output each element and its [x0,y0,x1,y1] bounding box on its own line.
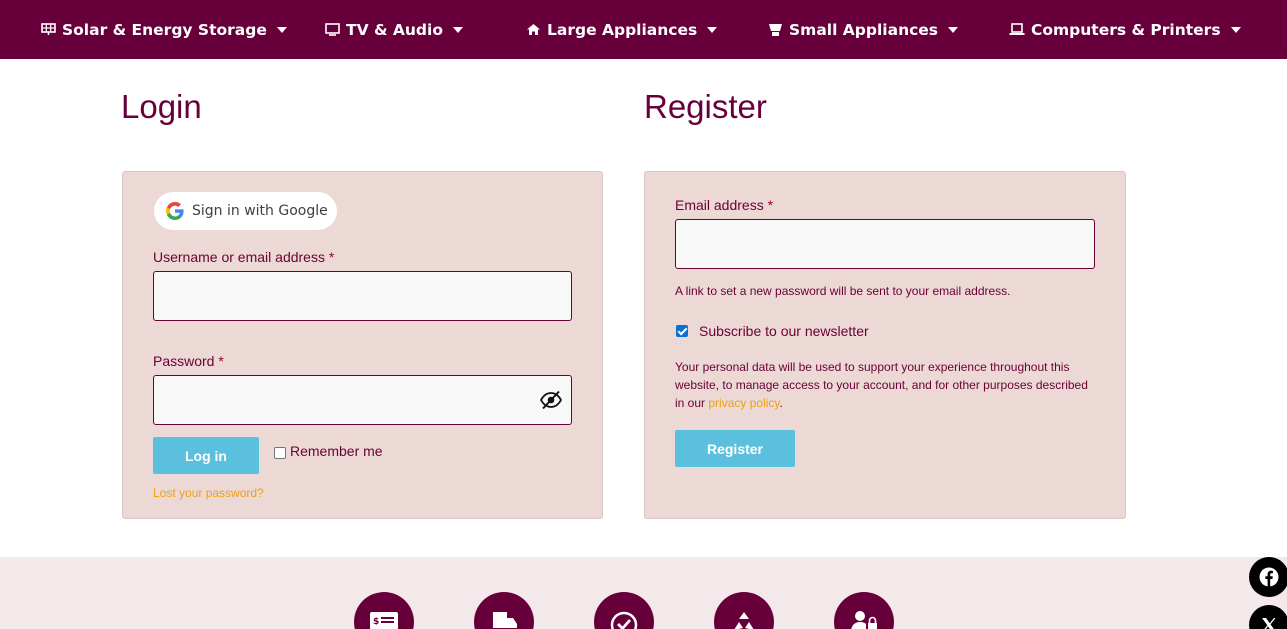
nav-label: Large Appliances [547,20,698,39]
eye-slash-icon[interactable] [540,390,562,410]
privacy-text: Your personal data will be used to suppo… [675,358,1095,412]
recycle-icon [734,612,754,629]
register-panel: Email address * A link to set a new pass… [644,171,1126,519]
laptop-icon [1009,23,1025,35]
google-signin-button[interactable]: Sign in with Google [154,192,337,230]
x-icon [1262,618,1276,629]
email-label-text: Email address [675,197,764,213]
blender-icon [769,23,782,36]
chevron-down-icon [1230,26,1241,33]
chevron-down-icon [276,26,287,33]
svg-text:$: $ [373,617,379,627]
nav-tv-audio[interactable]: TV & Audio [325,0,463,59]
newsletter-label[interactable]: Subscribe to our newsletter [699,323,869,339]
chevron-down-icon [948,26,959,33]
login-panel: Sign in with Google Username or email ad… [122,171,603,519]
required-mark: * [767,197,774,213]
google-signin-label: Sign in with Google [192,203,328,219]
email-field[interactable] [675,219,1095,269]
register-button[interactable]: Register [675,430,795,467]
nav-label: Computers & Printers [1031,20,1221,39]
chevron-down-icon [452,26,463,33]
delivery-truck-icon [493,612,517,628]
password-label-text: Password [153,353,215,369]
password-label: Password * [153,353,224,369]
nav-large-appliances[interactable]: Large Appliances [526,0,718,59]
tv-icon [325,23,340,36]
newsletter-checkbox[interactable] [676,325,688,337]
username-label-text: Username or email address [153,249,325,265]
home-icon [527,24,540,35]
solar-panel-icon [41,23,56,35]
user-lock-icon [851,611,877,629]
required-mark: * [218,353,224,369]
privacy-end: . [779,396,783,410]
password-note: A link to set a new password will be sen… [675,284,1011,298]
privacy-policy-link[interactable]: privacy policy [708,396,779,410]
email-label: Email address * [675,197,773,213]
facebook-icon [1259,567,1279,587]
nav-label: Small Appliances [789,20,939,39]
password-field[interactable] [153,375,572,425]
top-navigation: Solar & Energy Storage TV & Audio Large … [0,0,1287,59]
facebook-button[interactable] [1249,557,1287,597]
nav-small-appliances[interactable]: Small Appliances [768,0,959,59]
register-title: Register [644,88,767,125]
nav-label: TV & Audio [346,20,443,39]
login-title: Login [121,88,202,125]
google-icon [166,202,184,220]
username-field[interactable] [153,271,572,321]
username-label: Username or email address * [153,249,334,265]
lost-password-link[interactable]: Lost your password? [153,484,264,502]
nav-solar-energy-storage[interactable]: Solar & Energy Storage [41,0,287,59]
check-icon [610,611,638,629]
invoice-icon: $ [370,612,398,629]
chevron-down-icon [707,26,718,33]
remember-me-checkbox[interactable] [274,447,286,459]
nav-computers-printers[interactable]: Computers & Printers [1009,0,1241,59]
remember-me-label[interactable]: Remember me [290,443,383,459]
required-mark: * [328,249,335,265]
login-button[interactable]: Log in [153,437,259,474]
nav-label: Solar & Energy Storage [62,20,267,39]
